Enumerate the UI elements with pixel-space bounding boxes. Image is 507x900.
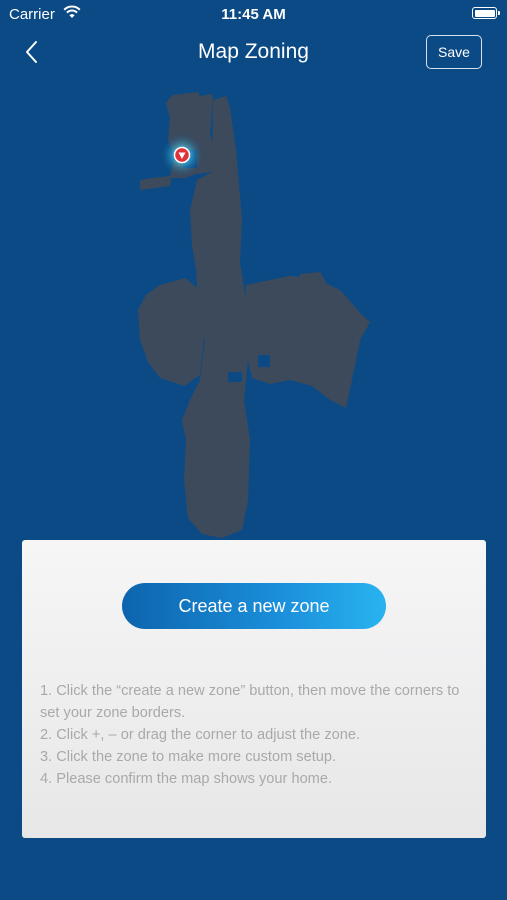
- instruction-item: 2. Click +, – or drag the corner to adju…: [40, 727, 361, 743]
- create-zone-button[interactable]: Create a new zone: [122, 583, 386, 629]
- nav-bar: Map Zoning Save: [0, 32, 507, 72]
- robot-marker-icon: [173, 146, 191, 164]
- floor-map[interactable]: [0, 80, 507, 540]
- clock: 11:45 AM: [221, 6, 286, 23]
- zone-panel: Create a new zone 1. Click the “create a…: [22, 540, 486, 838]
- battery-icon: [472, 7, 500, 19]
- instruction-item: 1. Click the “create a new zone” button,…: [40, 683, 460, 721]
- save-button[interactable]: Save: [426, 35, 482, 69]
- instruction-item: 4. Please confirm the map shows your hom…: [40, 771, 333, 787]
- instruction-item: 3. Click the zone to make more custom se…: [40, 749, 337, 765]
- map-area[interactable]: [0, 80, 507, 540]
- instructions-list: 1. Click the “create a new zone” button,…: [40, 680, 470, 790]
- status-bar: Carrier 11:45 AM: [0, 0, 507, 28]
